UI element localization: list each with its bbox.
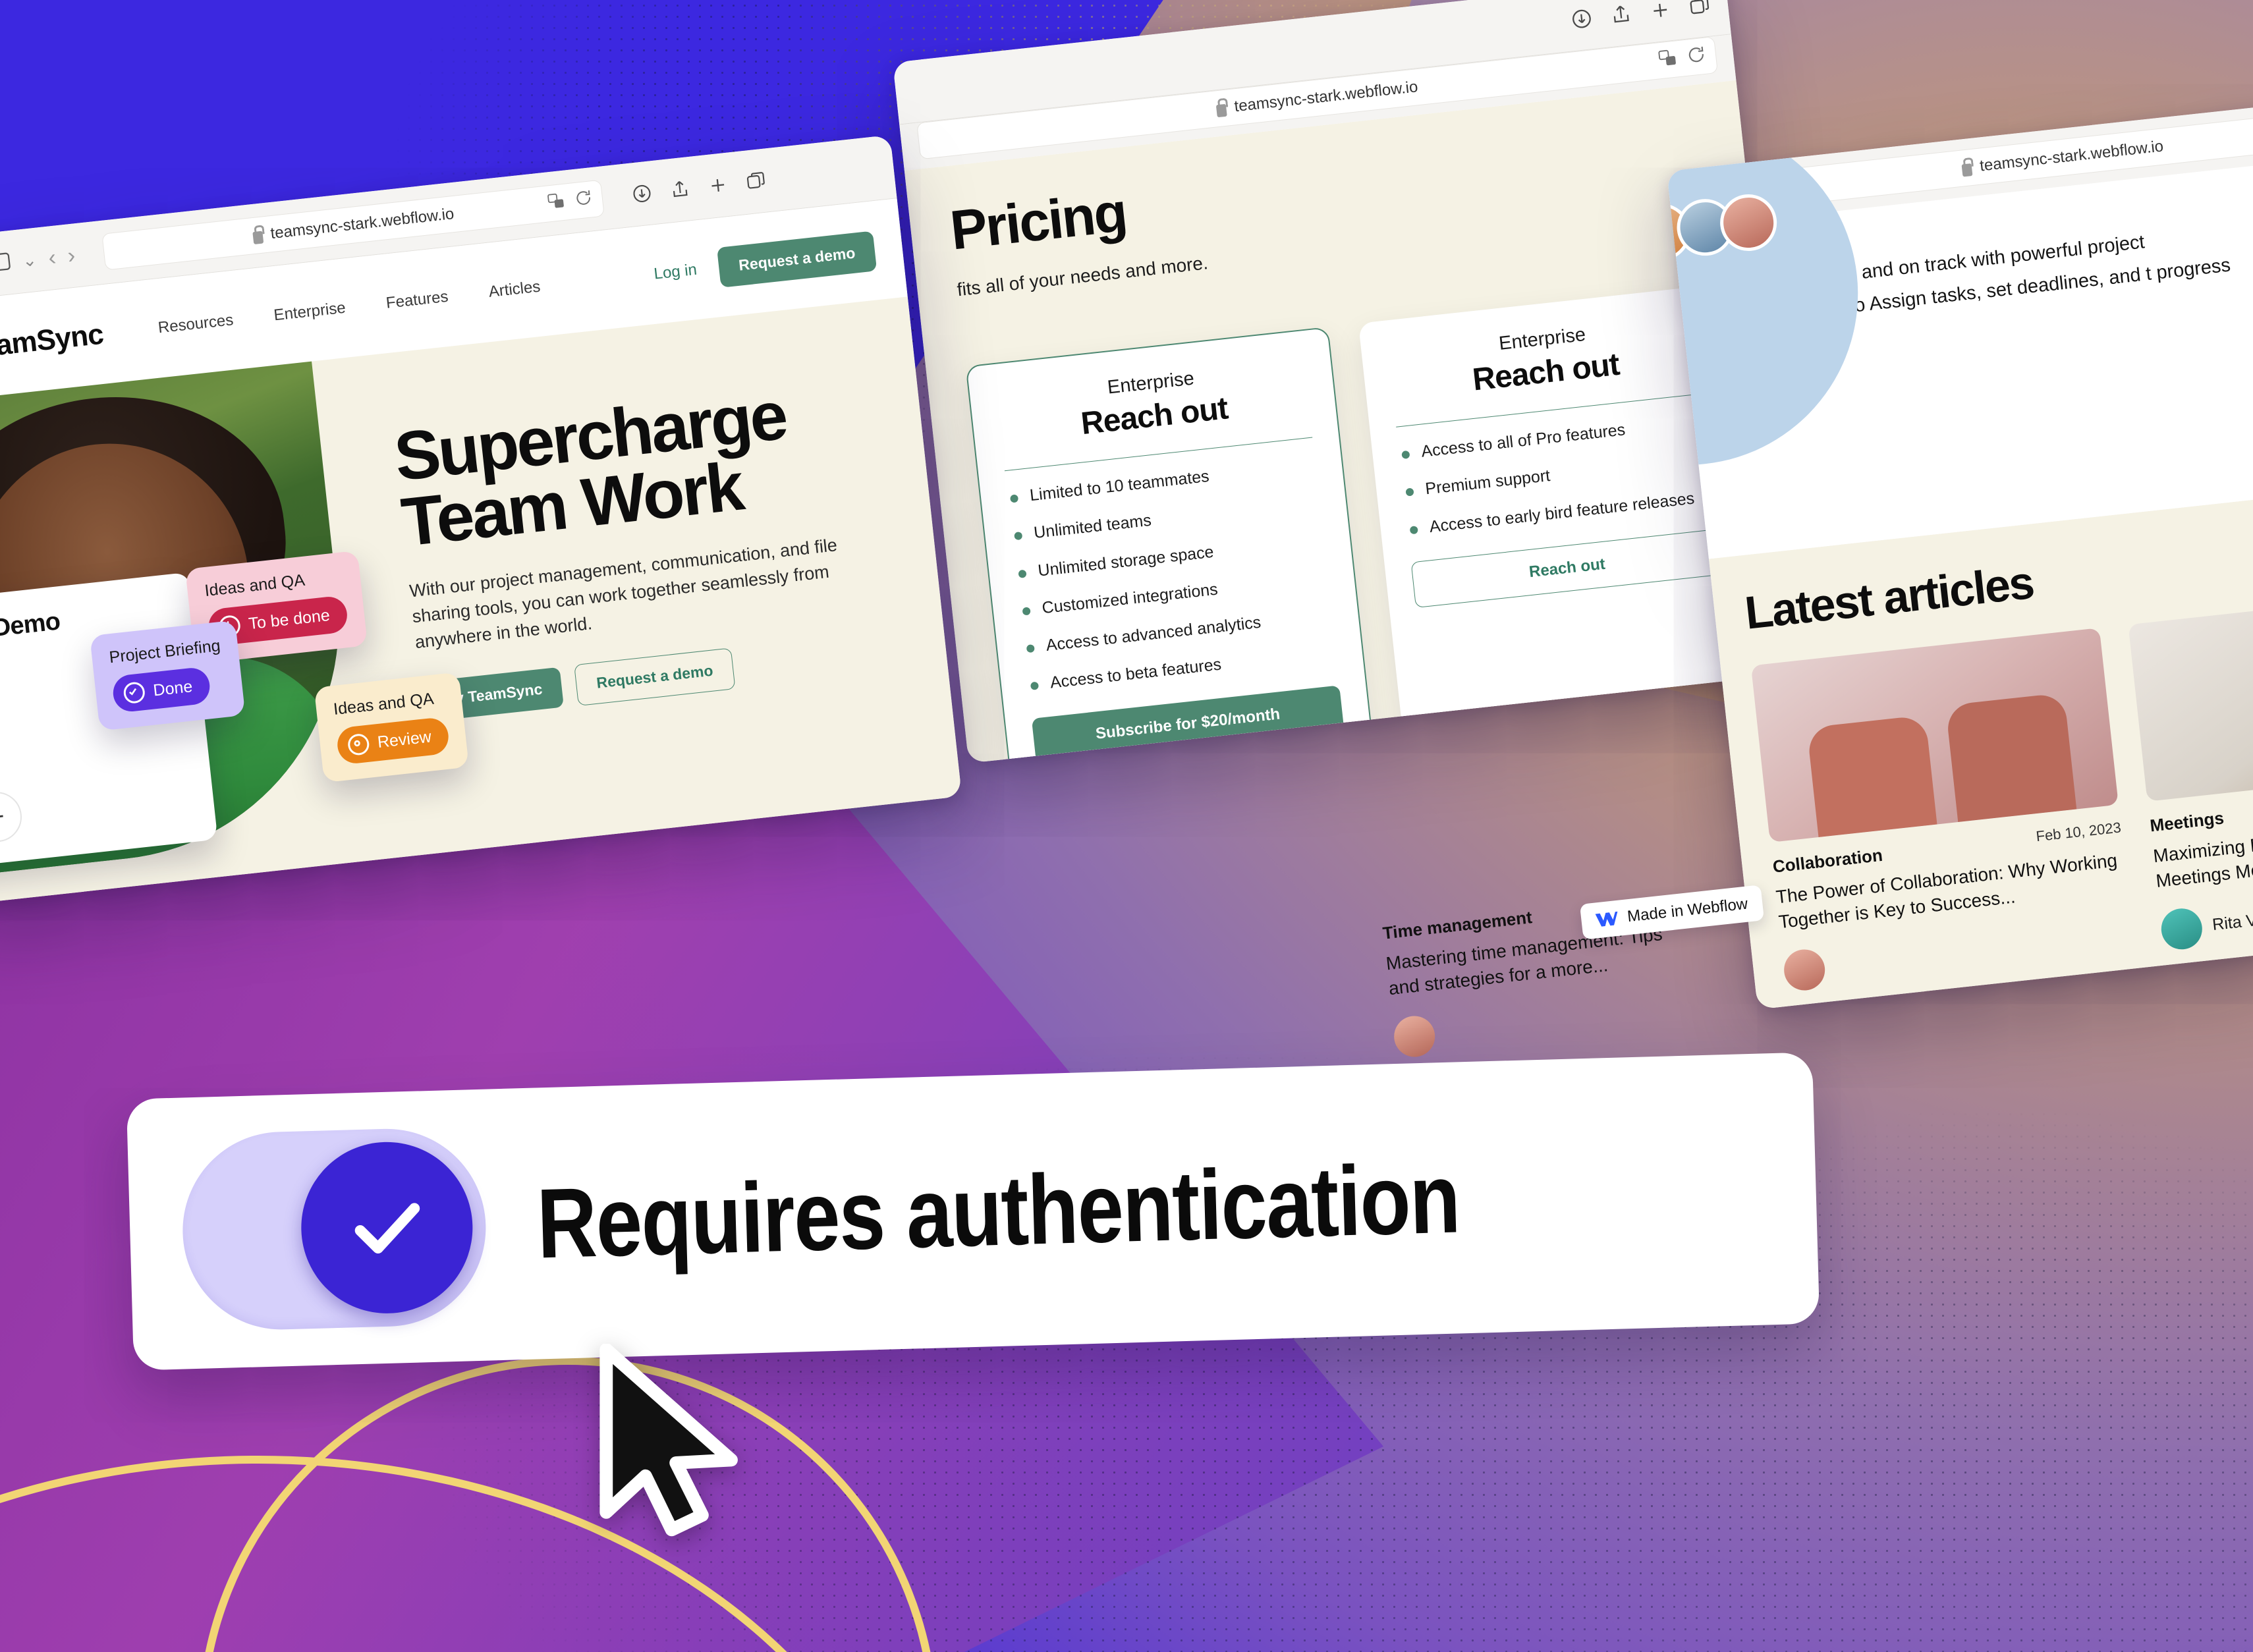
browser-window-hero[interactable]: ⌄ ‹ › teamsync-stark.webflow.io TeamSync… <box>0 134 962 906</box>
nav-actions: Log in Request a demo <box>652 230 877 294</box>
browser-tool-icons[interactable] <box>1569 0 1711 31</box>
avatar <box>1391 1013 1437 1059</box>
translate-icon[interactable] <box>1657 47 1679 73</box>
article-card[interactable]: Collaboration Feb 10, 2023 The Power of … <box>1750 628 2135 993</box>
brand-name: TeamSync <box>0 317 105 366</box>
add-member-button[interactable]: + <box>0 789 24 845</box>
reload-icon[interactable] <box>574 188 595 213</box>
url-text: teamsync-stark.webflow.io <box>269 205 455 243</box>
browser-window-pricing[interactable]: teamsync-stark.webflow.io Pricing fits a… <box>893 0 1801 763</box>
sidebar-toggle-icon[interactable] <box>0 251 12 276</box>
pricing-page: Pricing fits all of your needs and more.… <box>904 80 1801 763</box>
authentication-toggle[interactable] <box>180 1126 489 1333</box>
hero-headline: Supercharge Team Work <box>391 377 851 561</box>
url-text: teamsync-stark.webflow.io <box>1978 137 2165 175</box>
status-chip-label: To be done <box>247 605 331 633</box>
avatar <box>2159 906 2204 952</box>
new-tab-icon[interactable] <box>707 174 730 197</box>
article-category: Meetings <box>2148 808 2225 836</box>
checkmark-icon <box>354 1203 420 1253</box>
nav-link-list: Resources Enterprise Features Articles <box>157 278 542 338</box>
mouse-pointer-icon <box>599 1344 738 1537</box>
requires-authentication-banner: Requires authentication <box>126 1052 1820 1371</box>
eye-icon <box>347 732 370 756</box>
canvas: teamsync-stark.webflow.io Pricing fits a… <box>0 0 2253 1652</box>
brand-logo[interactable]: TeamSync <box>0 318 105 370</box>
share-icon[interactable] <box>1609 2 1633 26</box>
back-button[interactable]: ‹ <box>47 245 57 271</box>
chevron-down-icon[interactable]: ⌄ <box>21 250 38 271</box>
webflow-logo-icon <box>1595 911 1618 927</box>
status-card-label: Ideas and QA <box>204 570 306 601</box>
login-link[interactable]: Log in <box>653 261 698 284</box>
download-icon[interactable] <box>630 182 654 205</box>
toggle-knob <box>298 1140 475 1316</box>
plan-feature-list: Limited to 10 teammates Unlimited teams … <box>1007 454 1337 696</box>
browser-tool-icons[interactable] <box>630 169 767 205</box>
tab-overview-icon[interactable] <box>744 169 767 192</box>
status-card-label: Project Briefing <box>108 636 221 667</box>
request-demo-button[interactable]: Request a demo <box>717 230 877 288</box>
pricing-card[interactable]: Enterprise Reach out Limited to 10 teamm… <box>965 326 1374 763</box>
status-chip-label: Review <box>376 727 433 752</box>
new-tab-icon[interactable] <box>1648 0 1673 22</box>
check-circle-icon <box>123 680 146 705</box>
share-icon[interactable] <box>669 178 692 201</box>
article-thumbnail <box>2128 586 2253 802</box>
reload-icon[interactable] <box>1685 43 1708 70</box>
status-chip[interactable]: Review <box>335 716 451 765</box>
article-date: Feb 10, 2023 <box>2035 819 2122 845</box>
article-grid: Collaboration Feb 10, 2023 The Power of … <box>1750 586 2253 993</box>
status-chip[interactable]: Done <box>111 666 211 713</box>
banner-text: Requires authentication <box>535 1142 1461 1279</box>
plan-feature-list: Access to all of Pro features Premium su… <box>1398 411 1716 540</box>
task-avatar-group: + <box>0 770 190 856</box>
forward-button[interactable]: › <box>67 243 76 269</box>
nav-link-features[interactable]: Features <box>385 288 449 313</box>
lock-icon <box>252 231 264 244</box>
status-chip-label: Done <box>152 676 194 700</box>
address-bar-actions[interactable] <box>1657 43 1708 73</box>
nav-link-enterprise[interactable]: Enterprise <box>273 299 347 325</box>
translate-icon[interactable] <box>546 190 567 215</box>
lock-icon <box>1216 103 1228 117</box>
nav-link-articles[interactable]: Articles <box>487 278 541 302</box>
nav-link-resources[interactable]: Resources <box>157 311 235 337</box>
article-thumbnail <box>1750 628 2119 843</box>
lock-icon <box>1961 163 1973 177</box>
badge-label: Made in Webflow <box>1749 1477 1870 1496</box>
article-card[interactable]: Meetings March Maximizing Productivity: … <box>2128 586 2253 952</box>
download-icon[interactable] <box>1569 7 1594 31</box>
status-card-done[interactable]: Project Briefing Done <box>90 620 245 731</box>
author-name: Rita Verna <box>2211 907 2253 935</box>
articles-intro-section: Stay organized and on track with powerfu… <box>1667 105 2253 559</box>
address-bar-actions[interactable] <box>546 188 594 215</box>
browser-window-articles[interactable]: teamsync-stark.webflow.io Stay organized <box>1667 86 2253 1010</box>
badge-label: Made in Webflow <box>1626 895 1749 926</box>
webflow-logo-icon <box>1717 1479 1740 1495</box>
tab-overview-icon[interactable] <box>1687 0 1711 18</box>
request-demo-button-hero[interactable]: Request a demo <box>574 647 736 706</box>
article-category: Collaboration <box>1771 844 1884 877</box>
status-card-label: Ideas and QA <box>332 689 435 719</box>
status-card-review[interactable]: Ideas and QA Review <box>314 672 469 783</box>
reach-out-button[interactable]: Reach out <box>1410 528 1724 608</box>
latest-articles-section: Latest articles Collaboration Feb 10, 20… <box>1708 473 2253 1010</box>
avatar <box>1781 947 1827 993</box>
